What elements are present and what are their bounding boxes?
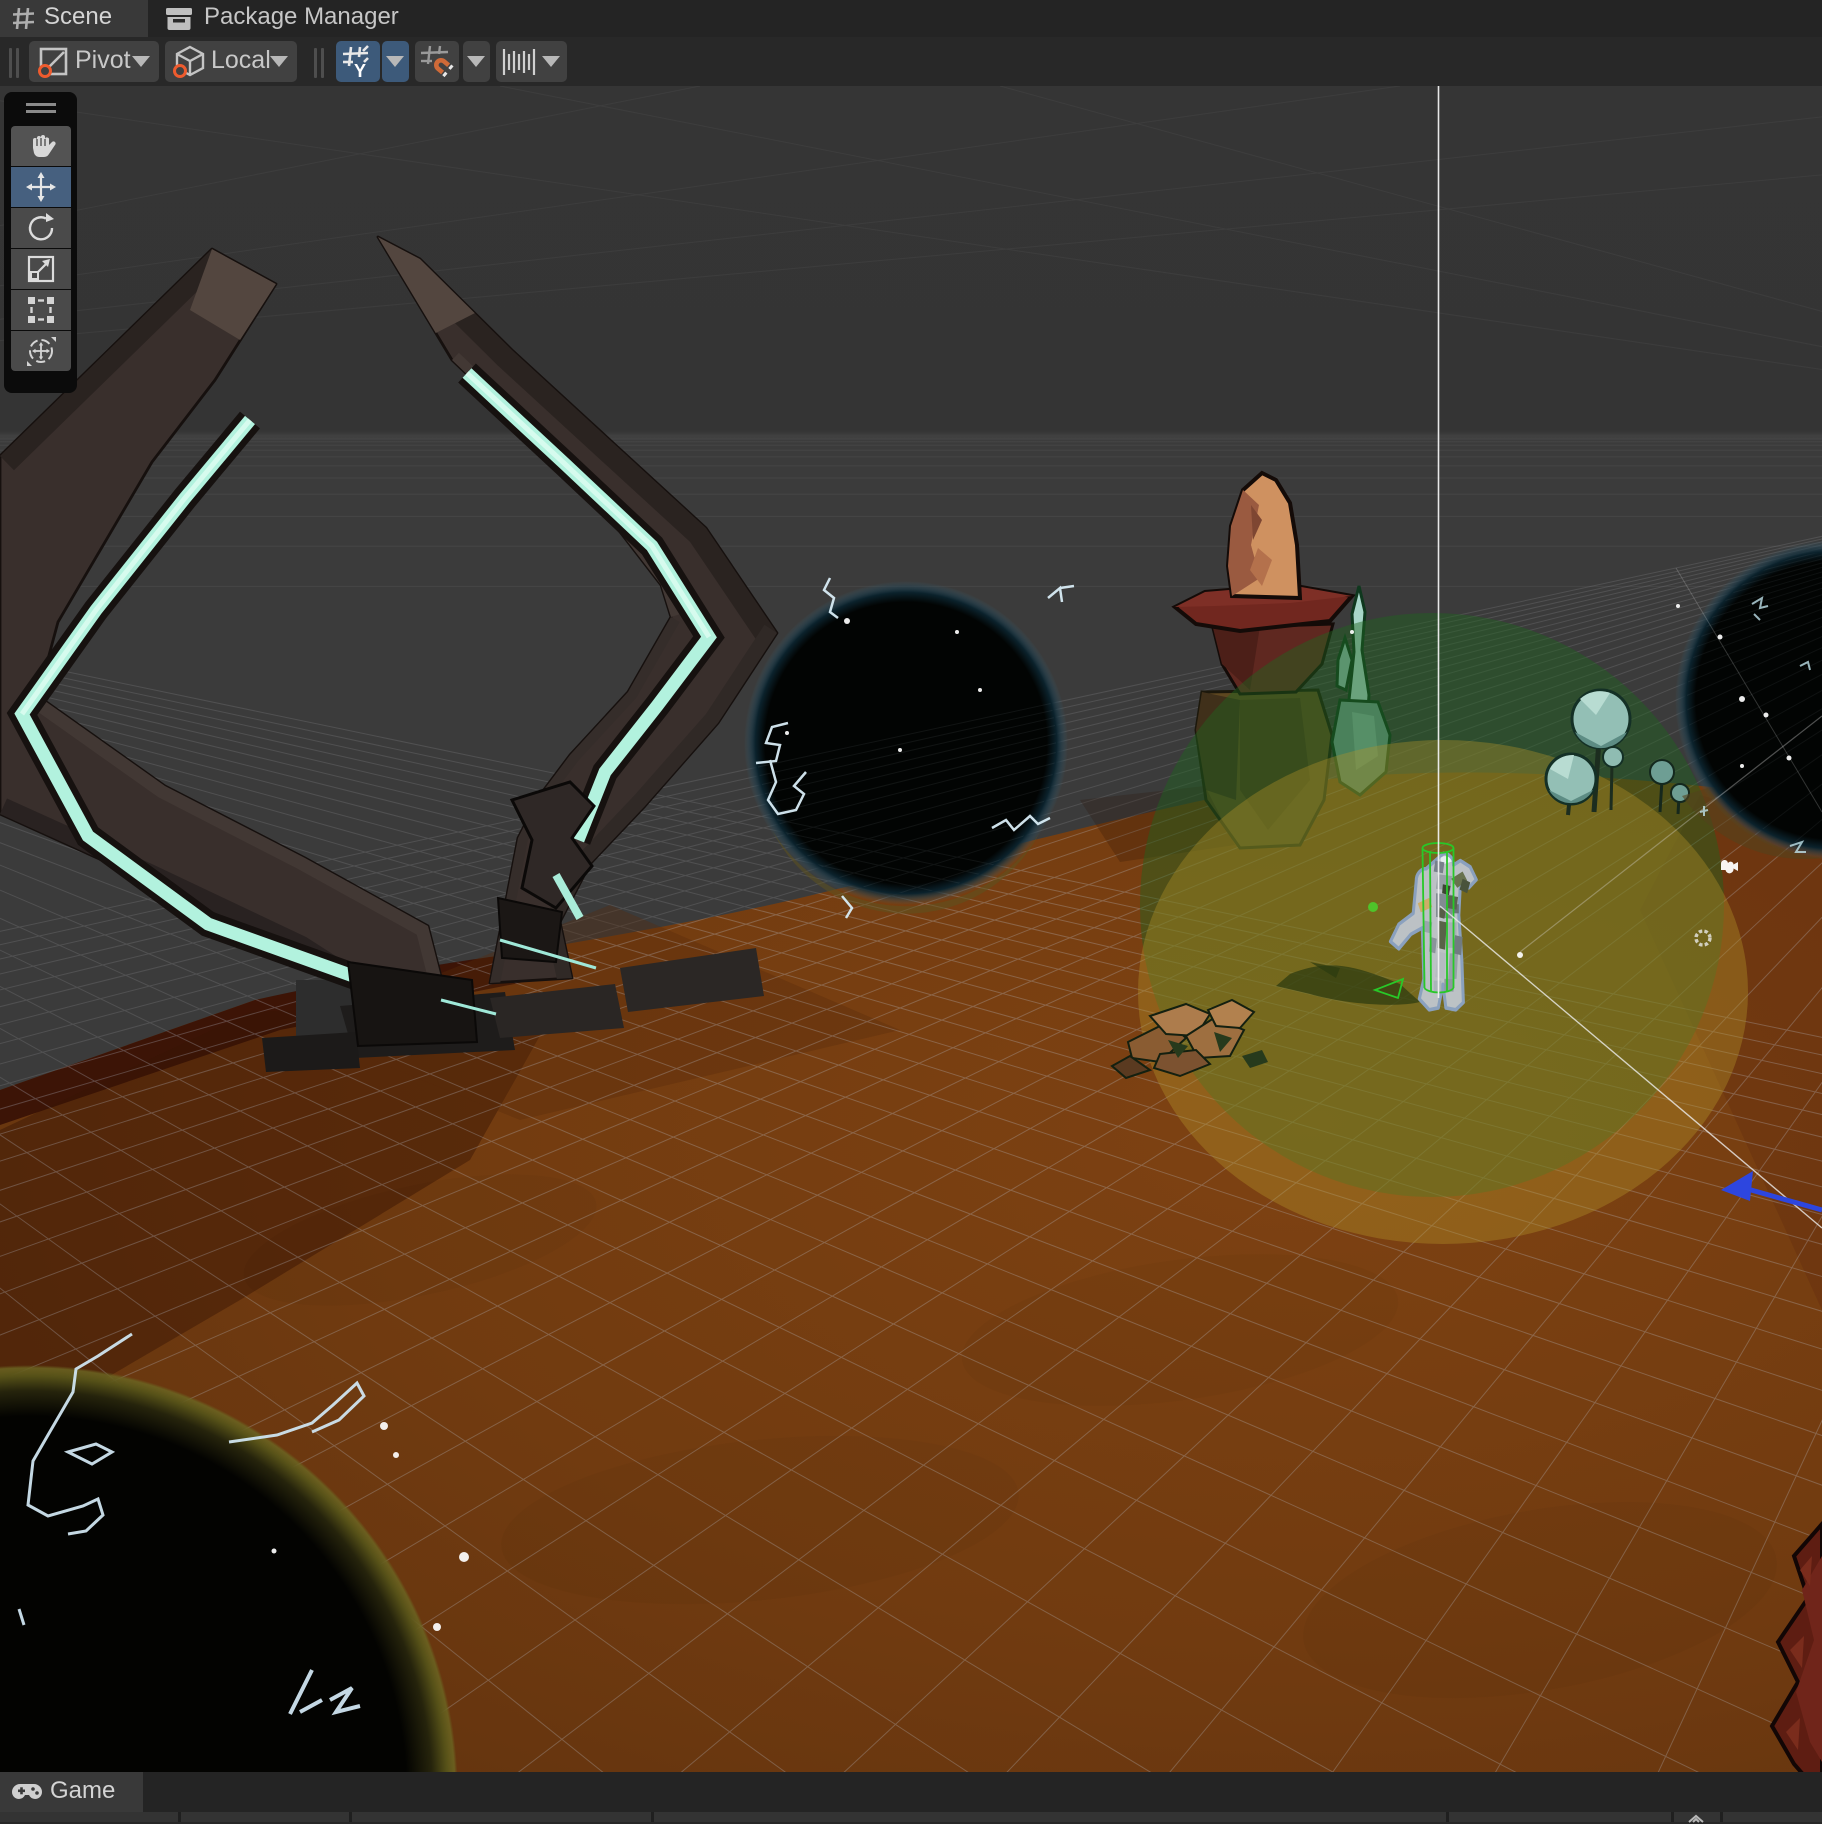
svg-text:Y: Y [354,61,366,79]
